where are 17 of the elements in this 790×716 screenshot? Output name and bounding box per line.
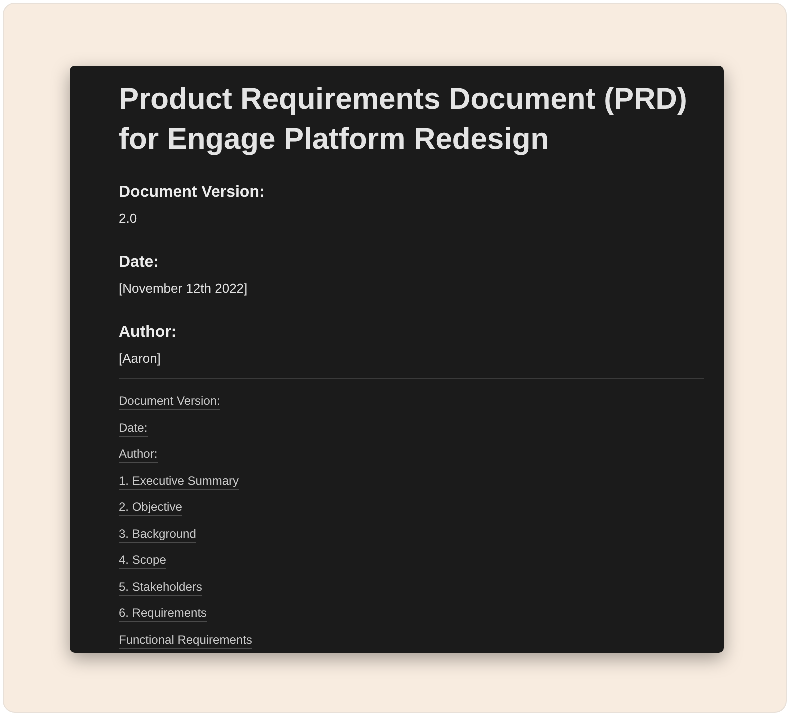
document-title: Product Requirements Document (PRD) for Engage Platform Redesign: [119, 82, 688, 158]
field-value: [November 12th 2022]: [119, 280, 249, 298]
field-value: [Aaron]: [119, 350, 162, 368]
field-label: Date:: [119, 253, 160, 273]
toc-link[interactable]: 3. Background: [119, 526, 196, 542]
toc-link[interactable]: 5. Stakeholders: [119, 580, 202, 596]
toc-link[interactable]: 4. Scope: [119, 553, 166, 569]
toc-link[interactable]: 1. Executive Summary: [119, 474, 240, 490]
toc-link[interactable]: Document Version:: [119, 394, 220, 410]
toc-link[interactable]: 2. Objective: [119, 500, 182, 516]
toc-link[interactable]: Author:: [119, 447, 158, 463]
field-label: Author:: [119, 323, 178, 343]
field-label: Document Version:: [119, 183, 266, 203]
toc-link[interactable]: Date:: [119, 420, 148, 436]
toc-link[interactable]: Functional Requirements: [119, 632, 252, 648]
toc-link[interactable]: 6. Requirements: [119, 606, 208, 622]
field-value: 2.0: [119, 210, 138, 228]
